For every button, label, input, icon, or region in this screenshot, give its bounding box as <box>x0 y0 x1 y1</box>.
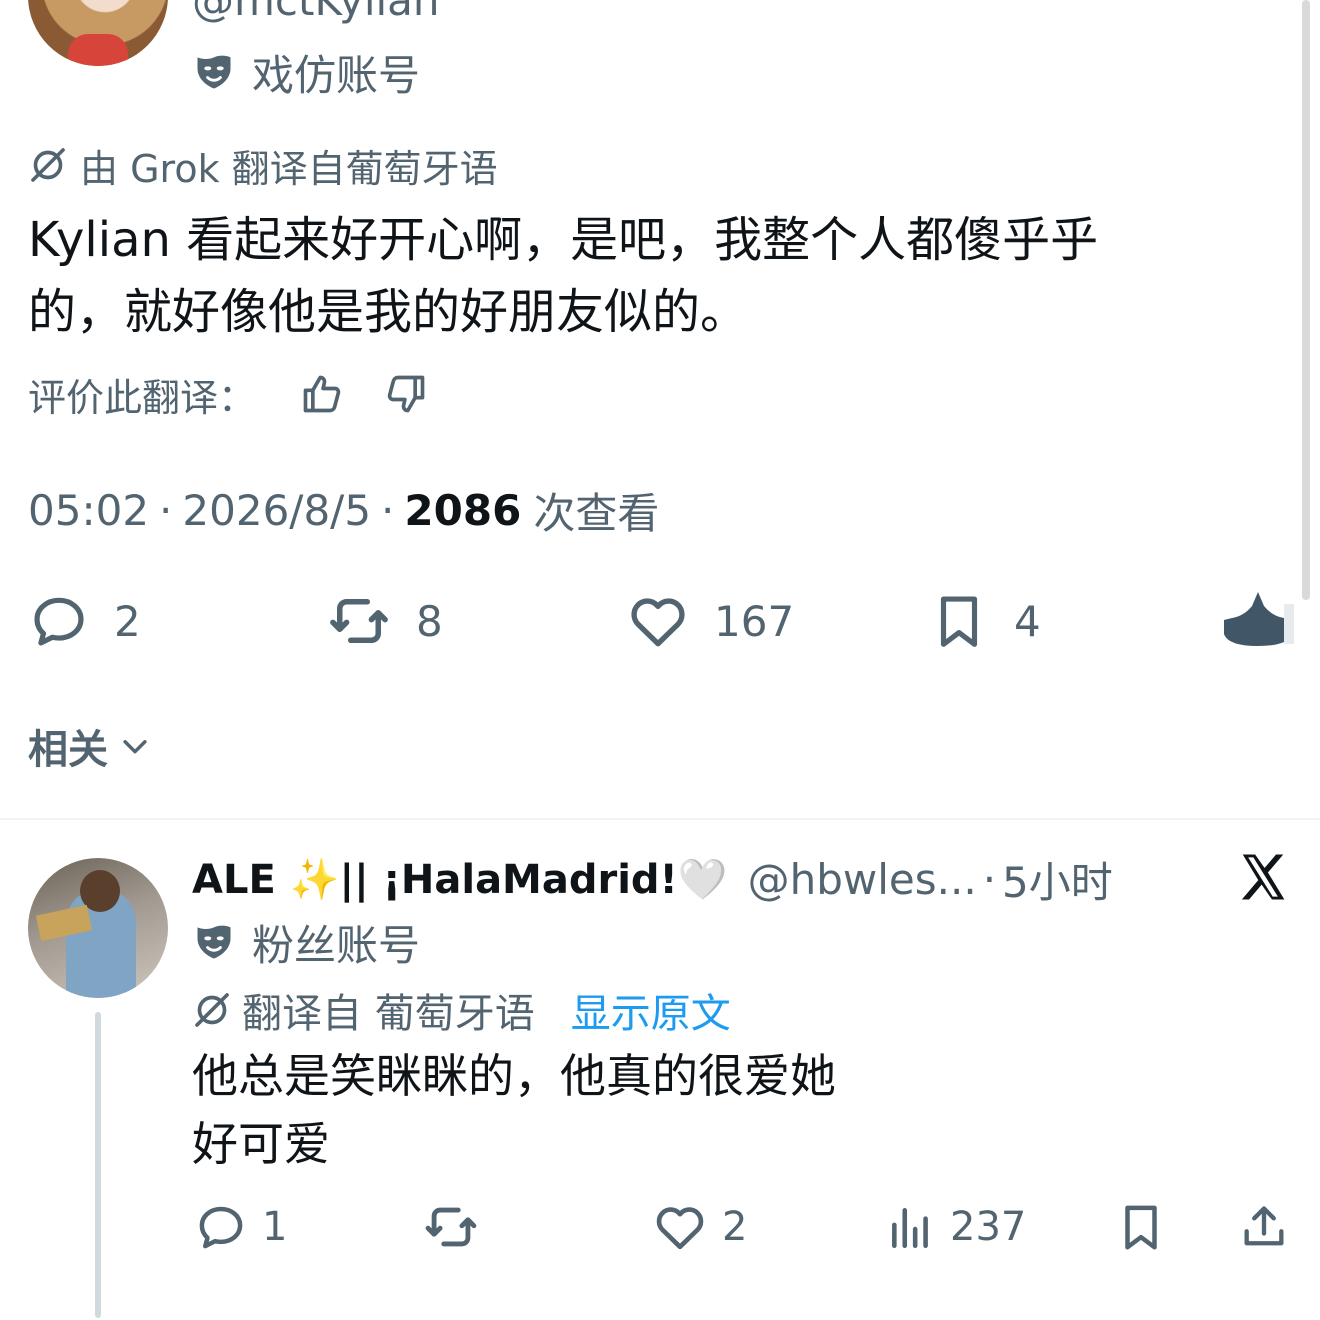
account-label: 戏仿账号 <box>192 44 420 100</box>
reply-views-button[interactable]: 237 <box>886 1194 1026 1260</box>
views-label: 次查看 <box>533 488 660 538</box>
author-avatar[interactable] <box>28 0 168 66</box>
reply-text: 他总是笑眯眯的，他真的很爱她 好可爱 <box>192 1042 1272 1178</box>
x-logo-icon <box>1241 854 1285 900</box>
repost-button[interactable]: 8 <box>326 586 443 656</box>
reply-translation-notice: 翻译自 葡萄牙语 显示原文 <box>192 980 731 1040</box>
reply-text-line: 他总是笑眯眯的，他真的很爱她 <box>192 1049 836 1103</box>
reply-bookmark-button[interactable] <box>1114 1194 1168 1260</box>
meta-separator: · <box>381 485 395 535</box>
thumbs-up-icon[interactable] <box>300 372 344 416</box>
tweet-text: Kylian 看起来好开心啊，是吧，我整个人都傻乎乎 的，就好像他是我的好朋友似… <box>28 204 1248 348</box>
account-label-text: 戏仿账号 <box>252 50 421 100</box>
section-divider <box>0 818 1320 820</box>
bookmark-button[interactable]: 4 <box>928 586 1041 656</box>
rate-translation: 评价此翻译： <box>28 364 428 424</box>
repost-count: 8 <box>416 596 443 646</box>
tweet-time[interactable]: 05:02 <box>28 486 149 535</box>
share-icon <box>1244 1206 1284 1246</box>
share-icon[interactable] <box>1222 590 1294 648</box>
rate-translation-label: 评价此翻译： <box>28 375 257 420</box>
show-original-link[interactable]: 显示原文 <box>571 981 731 1039</box>
reply-views-count: 237 <box>950 1204 1027 1250</box>
tweet-actions: 2 8 167 4 <box>0 586 1320 656</box>
reply-repost-button[interactable] <box>422 1194 480 1260</box>
related-label: 相关 <box>28 727 108 773</box>
reply-icon <box>199 1206 243 1249</box>
like-count: 167 <box>714 596 795 646</box>
translation-notice: 由 Grok 翻译自葡萄牙语 <box>28 140 498 191</box>
bookmark-icon <box>940 596 978 647</box>
chevron-down-icon <box>123 740 147 754</box>
bookmark-icon <box>1125 1205 1157 1250</box>
reply-share-button[interactable] <box>1238 1194 1290 1260</box>
reply-actions: 1 2 237 <box>0 1194 1320 1260</box>
repost-icon <box>425 1207 477 1247</box>
translate-slash-icon <box>195 993 229 1027</box>
reply-account-label: 粉丝账号 <box>192 912 420 972</box>
translate-slash-icon <box>31 148 65 182</box>
reply-count: 2 <box>114 596 141 646</box>
header-separator: · <box>982 854 997 904</box>
mask-icon <box>197 925 231 959</box>
reply-reply-button[interactable]: 1 <box>194 1194 287 1260</box>
reply-like-count: 2 <box>722 1204 748 1250</box>
like-button[interactable]: 167 <box>626 586 794 656</box>
meta-separator: · <box>159 485 173 535</box>
tweet-text-line: Kylian 看起来好开心啊，是吧，我整个人都傻乎乎 <box>28 212 1099 268</box>
reply-time[interactable]: 5小时 <box>1002 849 1113 910</box>
thumbs-down-icon[interactable] <box>384 372 428 416</box>
reply-header: ALE ✨|| ¡HalaMadrid!🤍 @hbwles... · 5小时 <box>192 848 1113 910</box>
mask-icon <box>197 55 231 89</box>
heart-icon <box>656 1207 704 1250</box>
reply-button[interactable]: 2 <box>28 586 141 656</box>
author-handle[interactable]: @mctKylian <box>192 0 440 25</box>
heart-icon <box>631 598 685 647</box>
tweet-date[interactable]: 2026/8/5 <box>182 486 371 535</box>
reply-translation-text: 翻译自 葡萄牙语 <box>242 991 535 1037</box>
reply-author-handle[interactable]: @hbwles... <box>748 855 977 904</box>
reply-text-line: 好可爱 <box>192 1117 330 1171</box>
repost-icon <box>330 599 388 643</box>
reply-account-label-text: 粉丝账号 <box>252 920 421 970</box>
views-count[interactable]: 2086 <box>404 486 521 535</box>
reply-like-button[interactable]: 2 <box>652 1194 747 1260</box>
tweet-meta: 05:02 · 2026/8/5 · 2086 次查看 <box>28 482 659 538</box>
reply-icon <box>34 597 84 646</box>
translation-notice-text: 由 Grok 翻译自葡萄牙语 <box>80 146 498 191</box>
views-icon <box>892 1208 928 1249</box>
related-toggle[interactable]: 相关 <box>28 718 152 774</box>
reply-author-name[interactable]: ALE ✨|| ¡HalaMadrid!🤍 <box>192 856 728 903</box>
reply-author-avatar[interactable] <box>28 858 168 998</box>
thread-line <box>95 1012 101 1318</box>
reply-reply-count: 1 <box>262 1204 288 1250</box>
tweet-text-line: 的，就好像他是我的好朋友似的。 <box>28 284 749 340</box>
bookmark-count: 4 <box>1014 596 1041 646</box>
scrollbar[interactable] <box>1302 0 1310 600</box>
